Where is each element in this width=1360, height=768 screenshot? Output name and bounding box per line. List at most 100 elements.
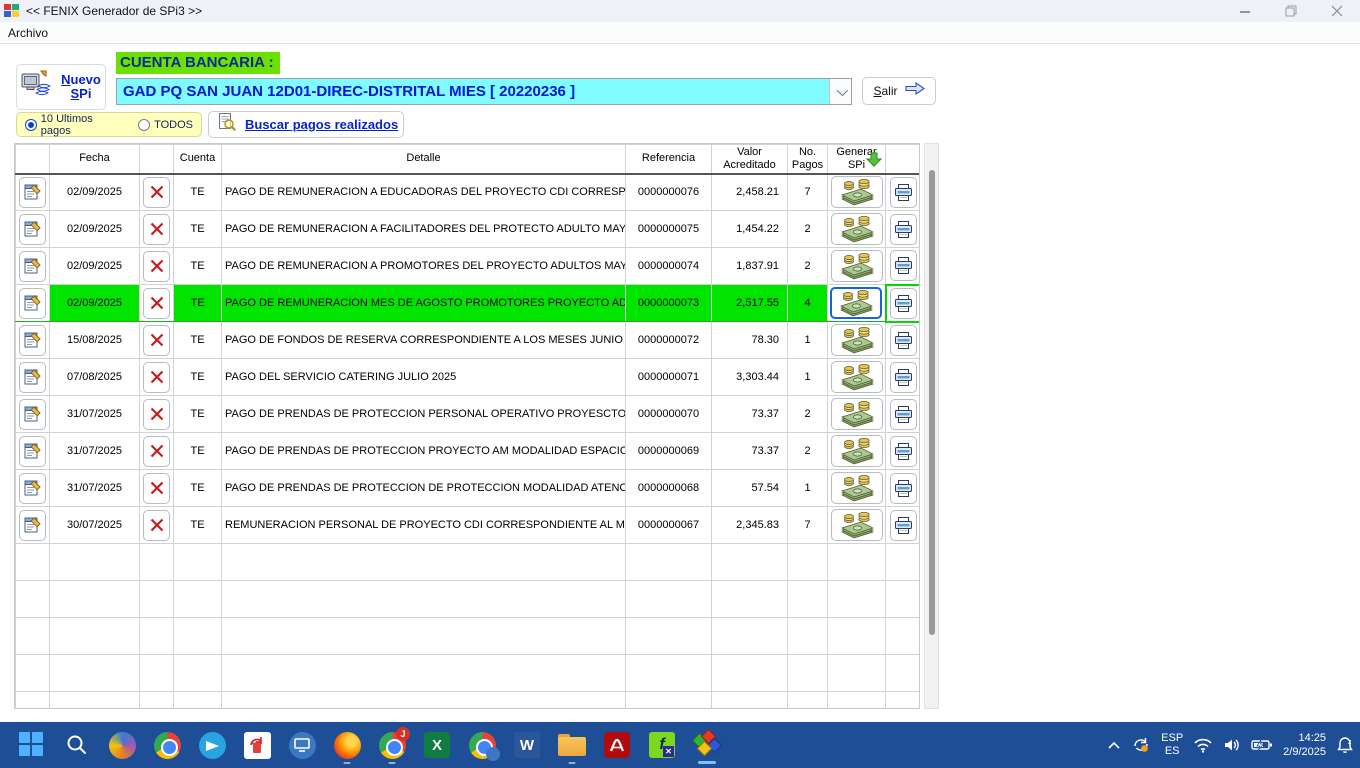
combo-dropdown-arrow[interactable] bbox=[829, 79, 851, 104]
edit-row-button[interactable] bbox=[19, 510, 46, 541]
print-row-button[interactable] bbox=[890, 436, 917, 467]
buscar-pagos-button[interactable]: Buscar pagos realizados bbox=[208, 111, 404, 138]
print-row-button[interactable] bbox=[890, 250, 917, 281]
delete-row-button[interactable] bbox=[143, 177, 170, 208]
generar-spi-button[interactable] bbox=[831, 398, 883, 430]
taskbar-recycle-app[interactable] bbox=[237, 725, 277, 765]
green-down-arrow-icon bbox=[866, 152, 882, 171]
generar-spi-button[interactable] bbox=[831, 324, 883, 356]
delete-row-button[interactable] bbox=[143, 214, 170, 245]
edit-row-button[interactable] bbox=[19, 214, 46, 245]
table-row[interactable]: 02/09/2025 TE PAGO DE REMUNERACION A EDU… bbox=[16, 174, 921, 211]
radio-10-ultimos-pagos[interactable]: 10 Ultimos pagos bbox=[25, 113, 124, 137]
volume-icon[interactable] bbox=[1223, 737, 1241, 753]
scrollbar-thumb[interactable] bbox=[929, 170, 935, 635]
taskbar-search[interactable] bbox=[57, 725, 97, 765]
tray-sync-icon[interactable] bbox=[1131, 736, 1151, 754]
empty-table-row bbox=[16, 692, 921, 710]
salir-button[interactable]: Salir bbox=[862, 77, 936, 105]
taskbar-spi3-app-active[interactable] bbox=[687, 725, 727, 765]
generar-spi-button[interactable] bbox=[831, 250, 883, 282]
print-row-button[interactable] bbox=[890, 362, 917, 393]
edit-form-icon bbox=[23, 441, 43, 461]
table-row[interactable]: 30/07/2025 TE REMUNERACION PERSONAL DE P… bbox=[16, 507, 921, 544]
print-row-button[interactable] bbox=[890, 325, 917, 356]
delete-row-button[interactable] bbox=[143, 288, 170, 319]
print-row-button[interactable] bbox=[890, 473, 917, 504]
edit-row-button[interactable] bbox=[19, 362, 46, 393]
delete-row-button[interactable] bbox=[143, 473, 170, 504]
taskbar-word[interactable]: W bbox=[507, 725, 547, 765]
edit-row-button[interactable] bbox=[19, 473, 46, 504]
close-button[interactable] bbox=[1314, 0, 1360, 22]
table-row[interactable]: 02/09/2025 TE PAGO DE REMUNERACION A FAC… bbox=[16, 211, 921, 248]
edit-row-button[interactable] bbox=[19, 325, 46, 356]
row-cuenta: TE bbox=[174, 507, 222, 544]
minimize-button[interactable] bbox=[1222, 0, 1268, 22]
table-row[interactable]: 31/07/2025 TE PAGO DE PRENDAS DE PROTECC… bbox=[16, 470, 921, 507]
taskbar-excel[interactable]: X bbox=[417, 725, 457, 765]
print-row-button[interactable] bbox=[890, 177, 917, 208]
menu-archivo[interactable]: Archivo bbox=[0, 26, 56, 40]
edit-row-button[interactable] bbox=[19, 288, 46, 319]
tray-language-indicator[interactable]: ESPES bbox=[1161, 732, 1183, 758]
table-row[interactable]: 31/07/2025 TE PAGO DE PRENDAS DE PROTECC… bbox=[16, 433, 921, 470]
notification-bell-icon[interactable]: z bbox=[1336, 736, 1354, 754]
table-scrollbar[interactable] bbox=[924, 143, 939, 709]
edit-row-button[interactable] bbox=[19, 436, 46, 467]
delete-row-button[interactable] bbox=[143, 436, 170, 467]
taskbar-remote-desktop[interactable] bbox=[282, 725, 322, 765]
delete-row-button[interactable] bbox=[143, 399, 170, 430]
print-row-button[interactable] bbox=[890, 214, 917, 245]
generar-spi-button[interactable] bbox=[831, 509, 883, 541]
table-row[interactable]: 31/07/2025 TE PAGO DE PRENDAS DE PROTECC… bbox=[16, 396, 921, 433]
edit-row-button[interactable] bbox=[19, 177, 46, 208]
taskbar-firefox[interactable] bbox=[327, 725, 367, 765]
edit-row-button[interactable] bbox=[19, 251, 46, 282]
generar-spi-button[interactable] bbox=[830, 287, 882, 319]
print-row-button[interactable] bbox=[890, 288, 917, 319]
tray-chevron-up[interactable] bbox=[1107, 740, 1121, 750]
acrobat-icon bbox=[604, 732, 630, 758]
generar-spi-button[interactable] bbox=[831, 361, 883, 393]
start-button[interactable] bbox=[12, 725, 52, 765]
taskbar-chrome-profile[interactable]: J bbox=[372, 725, 412, 765]
taskbar-file-explorer[interactable] bbox=[552, 725, 592, 765]
wifi-icon[interactable] bbox=[1193, 737, 1213, 753]
row-cuenta: TE bbox=[174, 359, 222, 396]
battery-icon[interactable] bbox=[1251, 738, 1273, 752]
taskbar-fenix-app[interactable]: f✕ bbox=[642, 725, 682, 765]
taskbar-copilot[interactable] bbox=[102, 725, 142, 765]
taskbar-acrobat[interactable] bbox=[597, 725, 637, 765]
generar-spi-button[interactable] bbox=[831, 213, 883, 245]
cuenta-bancaria-select[interactable]: GAD PQ SAN JUAN 12D01-DIREC-DISTRITAL MI… bbox=[116, 78, 852, 105]
delete-row-button[interactable] bbox=[143, 325, 170, 356]
taskbar-chrome[interactable] bbox=[147, 725, 187, 765]
table-row[interactable]: 02/09/2025 TE PAGO DE REMUNERACION A PRO… bbox=[16, 248, 921, 285]
generar-spi-button[interactable] bbox=[831, 176, 883, 208]
table-row[interactable]: 07/08/2025 TE PAGO DEL SERVICIO CATERING… bbox=[16, 359, 921, 396]
taskbar-telegram[interactable] bbox=[192, 725, 232, 765]
printer-icon bbox=[894, 442, 913, 461]
printer-icon bbox=[894, 331, 913, 350]
print-row-button[interactable] bbox=[890, 510, 917, 541]
delete-row-button[interactable] bbox=[143, 510, 170, 541]
delete-row-button[interactable] bbox=[143, 251, 170, 282]
row-valor-acreditado: 2,458.21 bbox=[712, 174, 788, 211]
generar-spi-button[interactable] bbox=[831, 435, 883, 467]
radio-todos[interactable]: TODOS bbox=[138, 119, 193, 131]
edit-row-button[interactable] bbox=[19, 399, 46, 430]
delete-row-button[interactable] bbox=[143, 362, 170, 393]
search-document-icon bbox=[217, 112, 237, 137]
taskbar-chrome-remote[interactable] bbox=[462, 725, 502, 765]
system-tray: ESPES 14:25 2/9/2025 z bbox=[1107, 722, 1354, 768]
print-row-button[interactable] bbox=[890, 399, 917, 430]
radio-unselected-icon bbox=[138, 119, 150, 131]
maximize-button[interactable] bbox=[1268, 0, 1314, 22]
nuevo-spi-button[interactable]: Nuevo SPi bbox=[16, 64, 106, 110]
tray-clock[interactable]: 14:25 2/9/2025 bbox=[1283, 731, 1326, 759]
cuenta-bancaria-value: GAD PQ SAN JUAN 12D01-DIREC-DISTRITAL MI… bbox=[117, 83, 829, 100]
table-row[interactable]: 15/08/2025 TE PAGO DE FONDOS DE RESERVA … bbox=[16, 322, 921, 359]
table-row[interactable]: 02/09/2025 TE PAGO DE REMUNERACION MES D… bbox=[16, 285, 921, 322]
generar-spi-button[interactable] bbox=[831, 472, 883, 504]
